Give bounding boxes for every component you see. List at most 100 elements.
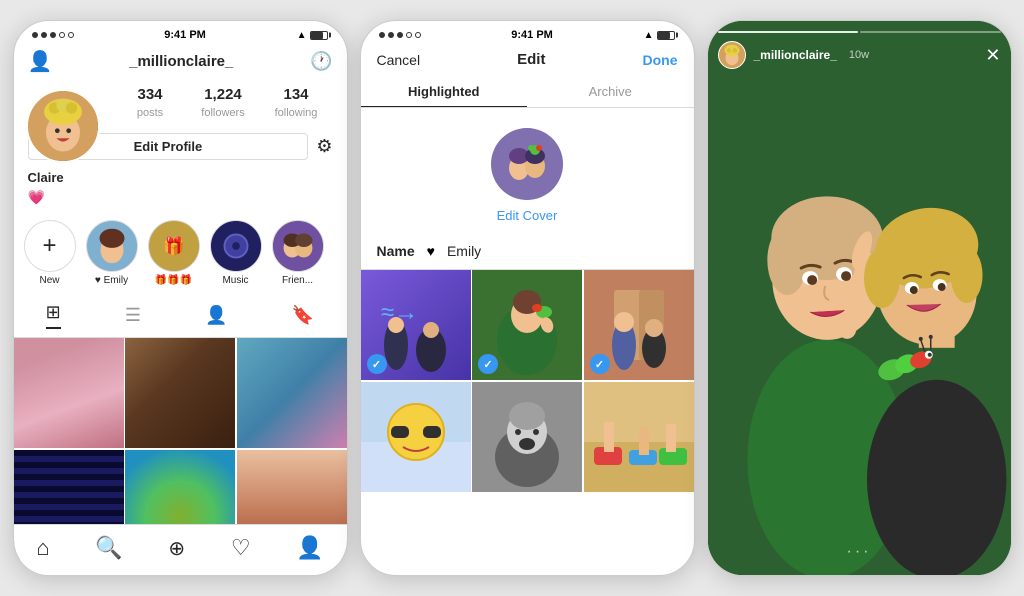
check-1: ✓ bbox=[367, 354, 387, 374]
battery-icon-1 bbox=[310, 31, 328, 40]
check-2: ✓ bbox=[478, 354, 498, 374]
cover-circle[interactable] bbox=[491, 128, 563, 200]
battery-icon-2 bbox=[657, 31, 675, 40]
cancel-button[interactable]: Cancel bbox=[377, 52, 421, 68]
add-user-icon[interactable]: 👤 bbox=[28, 49, 53, 74]
name-row: Name ♥ Emily bbox=[361, 235, 694, 270]
dot1 bbox=[32, 32, 38, 38]
bookmark-view-tab[interactable]: 🔖 bbox=[292, 305, 314, 326]
story-emily[interactable]: ♥ Emily bbox=[86, 220, 138, 286]
avatar-svg bbox=[28, 89, 98, 163]
story-avatar[interactable] bbox=[718, 41, 746, 69]
settings-icon[interactable]: ⚙ bbox=[316, 136, 332, 157]
story-music-circle[interactable] bbox=[210, 220, 262, 272]
following-label: following bbox=[275, 107, 318, 119]
edit-title: Edit bbox=[517, 51, 545, 68]
wifi-icon: ▲ bbox=[297, 30, 307, 41]
dot2 bbox=[41, 32, 47, 38]
progress-bar-2 bbox=[860, 31, 1001, 33]
story-gifts[interactable]: 🎁 🎁🎁🎁 bbox=[148, 220, 200, 286]
profile-nav: 👤 _millionclaire_ 🕐 bbox=[14, 45, 347, 82]
battery-area-2: ▲ bbox=[644, 30, 676, 41]
emily-story-svg bbox=[87, 220, 137, 272]
edit-cell-3[interactable]: ✓ bbox=[584, 270, 694, 380]
list-view-tab[interactable]: ☰ bbox=[125, 305, 141, 326]
story-avatar-svg bbox=[719, 41, 745, 69]
following-stat[interactable]: 134 following bbox=[260, 86, 333, 121]
story-view: _millionclaire_ 10w ✕ ··· bbox=[708, 21, 1011, 575]
bottom-nav-1: ⌂ 🔍 ⊕ ♡ 👤 bbox=[14, 524, 347, 575]
followers-stat[interactable]: 1,224 followers bbox=[187, 86, 260, 121]
edit-cover-button[interactable]: Edit Cover bbox=[497, 208, 558, 223]
plus-icon: + bbox=[42, 232, 56, 260]
heart-nav-icon[interactable]: ♡ bbox=[231, 535, 251, 561]
story-gifts-circle[interactable]: 🎁 bbox=[148, 220, 200, 272]
name-heart: ♥ bbox=[427, 243, 435, 259]
more-options[interactable]: ··· bbox=[847, 543, 872, 561]
avatar-image bbox=[28, 91, 98, 161]
progress-bars bbox=[718, 31, 1001, 33]
edit-cell-5-img bbox=[472, 382, 582, 492]
story-music[interactable]: Music bbox=[210, 220, 262, 286]
new-story-circle[interactable]: + bbox=[24, 220, 76, 272]
cover-svg bbox=[491, 128, 563, 200]
story-emily-circle[interactable] bbox=[86, 220, 138, 272]
posts-label: posts bbox=[137, 107, 163, 119]
posts-count: 334 bbox=[114, 86, 187, 103]
done-button[interactable]: Done bbox=[643, 52, 678, 68]
name-value[interactable]: Emily bbox=[447, 243, 481, 259]
avatar-area bbox=[26, 89, 100, 163]
grid-cell-1[interactable] bbox=[14, 338, 124, 448]
following-count: 134 bbox=[260, 86, 333, 103]
grid-cell-2[interactable] bbox=[125, 338, 235, 448]
music-story-svg bbox=[211, 220, 261, 272]
home-nav-icon[interactable]: ⌂ bbox=[36, 535, 49, 561]
svg-text:🎁: 🎁 bbox=[163, 236, 185, 256]
story-username: _millionclaire_ bbox=[754, 48, 837, 62]
profile-name: Claire bbox=[14, 166, 347, 187]
cover-area: Edit Cover bbox=[361, 108, 694, 235]
story-photo bbox=[708, 21, 1011, 575]
avatar[interactable] bbox=[26, 89, 100, 163]
story-header: _millionclaire_ 10w ✕ bbox=[708, 21, 1011, 75]
dot4 bbox=[59, 32, 65, 38]
edit-cell-6[interactable] bbox=[584, 382, 694, 492]
check-3: ✓ bbox=[590, 354, 610, 374]
story-time: 10w bbox=[849, 49, 869, 61]
edit-cell-5[interactable] bbox=[472, 382, 582, 492]
signal-dots bbox=[32, 32, 74, 38]
close-button[interactable]: ✕ bbox=[985, 45, 1000, 66]
posts-stat[interactable]: 334 posts bbox=[114, 86, 187, 121]
clock-icon[interactable]: 🕐 bbox=[310, 51, 332, 72]
name-label: Name bbox=[377, 243, 415, 259]
add-nav-icon[interactable]: ⊕ bbox=[168, 536, 185, 561]
story-gifts-label: 🎁🎁🎁 bbox=[155, 275, 192, 286]
grid-view-tab[interactable]: ⊞ bbox=[46, 302, 61, 329]
tab-highlighted[interactable]: Highlighted bbox=[361, 76, 528, 107]
story-friends[interactable]: Frien... bbox=[272, 220, 324, 286]
profile-emoji: 💗 bbox=[14, 187, 347, 214]
gifts-story-svg: 🎁 bbox=[149, 220, 199, 272]
profile-username: _millionclaire_ bbox=[129, 53, 233, 70]
grid-cell-3[interactable] bbox=[237, 338, 347, 448]
edit-cell-4[interactable] bbox=[361, 382, 471, 492]
profile-nav-icon[interactable]: 👤 bbox=[296, 535, 323, 561]
dot5 bbox=[68, 32, 74, 38]
person-view-tab[interactable]: 👤 bbox=[205, 305, 227, 326]
edit-cell-4-img bbox=[361, 382, 471, 492]
progress-bar-1 bbox=[718, 31, 859, 33]
signal-dots-2 bbox=[379, 32, 421, 38]
story-friends-circle[interactable] bbox=[272, 220, 324, 272]
grid-tabs: ⊞ ☰ 👤 🔖 bbox=[14, 294, 347, 338]
followers-label: followers bbox=[201, 107, 244, 119]
story-new[interactable]: + New bbox=[24, 220, 76, 286]
story-emily-label: ♥ Emily bbox=[95, 275, 128, 286]
stories-row: + New ♥ Emily 🎁 bbox=[14, 214, 347, 294]
search-nav-icon[interactable]: 🔍 bbox=[95, 535, 122, 561]
edit-cell-6-img bbox=[584, 382, 694, 492]
edit-photo-grid: ≈→ ✓ bbox=[361, 270, 694, 492]
edit-cell-1[interactable]: ≈→ ✓ bbox=[361, 270, 471, 380]
tab-archive[interactable]: Archive bbox=[527, 76, 694, 107]
wifi-icon-2: ▲ bbox=[644, 30, 654, 41]
edit-cell-2[interactable]: ✓ bbox=[472, 270, 582, 380]
